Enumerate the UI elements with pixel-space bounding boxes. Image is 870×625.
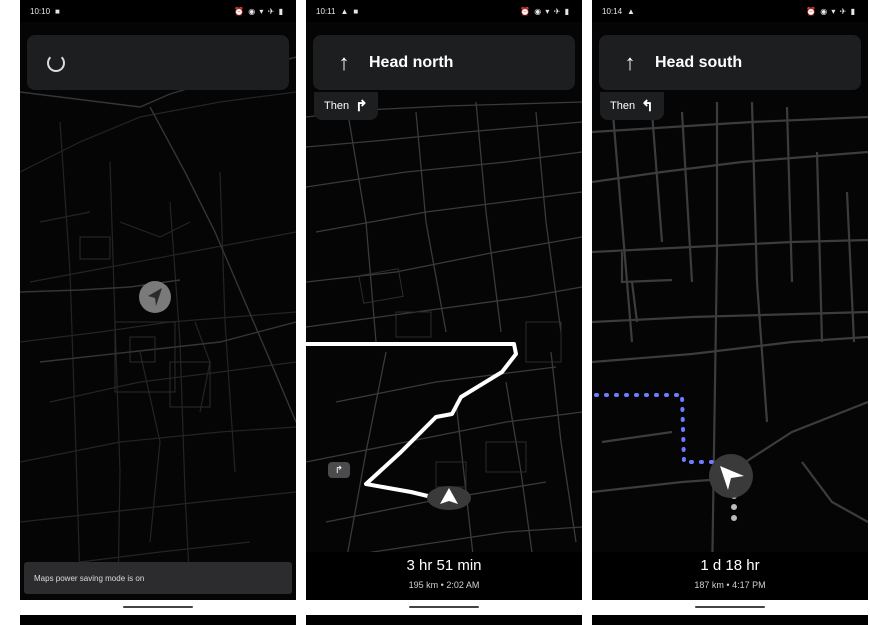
straight-arrow-icon: ↑ xyxy=(624,49,636,75)
phone-screen-2: 10:11 ▲ ■ ⏰ ◉ ▾ ✈ ▮ ↱ ↑ Head north Then … xyxy=(306,0,582,625)
turn-left-icon: ↰ xyxy=(641,98,654,115)
then-chip[interactable]: Then ↰ xyxy=(600,92,664,120)
direction-card[interactable]: ↑ Head north xyxy=(313,35,575,90)
status-icons: ⏰ ◉ ▾ ✈ ▮ xyxy=(520,6,570,16)
home-handle[interactable] xyxy=(123,606,193,608)
status-time: 10:14 xyxy=(602,6,623,16)
status-icons: ⏰ ◉ ▾ ✈ ▮ xyxy=(234,6,284,16)
walking-route-dots xyxy=(594,393,714,464)
status-time: 10:10 xyxy=(30,6,51,16)
notification-icon: ■ xyxy=(353,6,359,16)
status-time: 10:11 xyxy=(316,6,336,16)
instruction-text: Head north xyxy=(369,53,454,71)
turn-right-icon: ↱ xyxy=(355,98,368,115)
map-roads xyxy=(20,56,296,593)
notification-icon: ■ xyxy=(55,6,60,16)
gesture-nav-bar[interactable] xyxy=(592,600,868,615)
gesture-nav-bar[interactable] xyxy=(306,600,582,615)
status-bar: 10:11 ▲ ■ ⏰ ◉ ▾ ✈ ▮ xyxy=(306,0,582,22)
status-bar: 10:14 ▲ ⏰ ◉ ▾ ✈ ▮ xyxy=(592,0,868,22)
navigation-status-icon: ▲ xyxy=(627,6,635,16)
loading-card xyxy=(27,35,289,90)
turn-ahead-chip: ↱ xyxy=(328,462,350,478)
eta-duration: 1 d 18 hr xyxy=(700,557,760,574)
power-saving-toast: Maps power saving mode is on xyxy=(24,562,292,594)
instruction-text: Head south xyxy=(655,53,743,71)
home-handle[interactable] xyxy=(695,606,765,608)
map-view[interactable] xyxy=(20,22,296,600)
trip-summary[interactable]: 1 d 18 hr 187 km • 4:17 PM xyxy=(592,552,868,600)
then-label: Then xyxy=(610,100,636,112)
phone-screen-1: 10:10 ■ ⏰ ◉ ▾ ✈ ▮ Maps power saving mode… xyxy=(20,0,296,625)
gesture-nav-bar[interactable] xyxy=(20,600,296,615)
home-handle[interactable] xyxy=(409,606,479,608)
direction-card[interactable]: ↑ Head south xyxy=(599,35,861,90)
then-chip[interactable]: Then ↱ xyxy=(314,92,378,120)
status-bar: 10:10 ■ ⏰ ◉ ▾ ✈ ▮ xyxy=(20,0,296,22)
eta-duration: 3 hr 51 min xyxy=(406,557,482,574)
loading-spinner-icon xyxy=(47,53,65,72)
eta-details: 195 km • 2:02 AM xyxy=(408,580,480,590)
eta-details: 187 km • 4:17 PM xyxy=(694,580,766,590)
phone-screen-3: 10:14 ▲ ⏰ ◉ ▾ ✈ ▮ ↑ Head south Then ↰ 1 … xyxy=(592,0,868,625)
navigation-status-icon: ▲ xyxy=(340,6,349,16)
status-icons: ⏰ ◉ ▾ ✈ ▮ xyxy=(806,6,856,16)
straight-arrow-icon: ↑ xyxy=(338,49,350,75)
trip-summary[interactable]: 3 hr 51 min 195 km • 2:02 AM xyxy=(306,552,582,600)
then-label: Then xyxy=(324,100,350,112)
